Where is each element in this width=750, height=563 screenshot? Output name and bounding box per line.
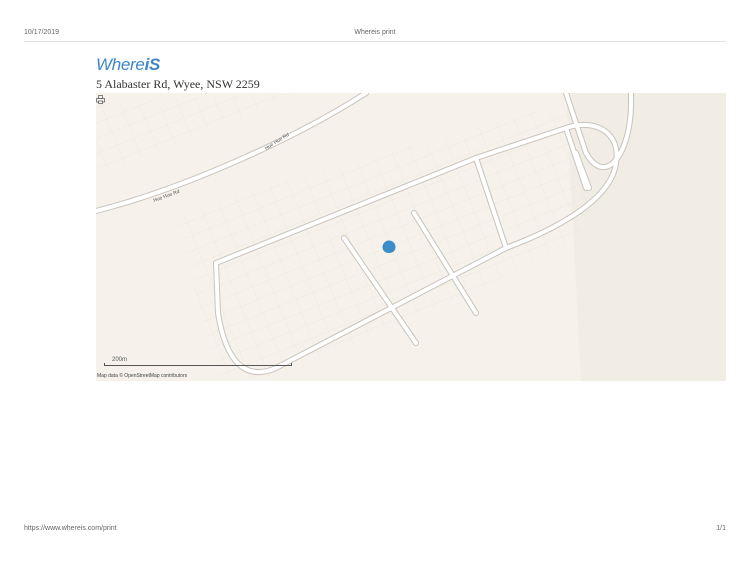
- logo-suffix: iS: [144, 55, 161, 74]
- map-attribution: Map data © OpenStreetMap contributors: [97, 373, 188, 379]
- whereis-logo[interactable]: WhereiS: [96, 55, 160, 75]
- map-view[interactable]: Hue Hue Rd Hue Hue Rd: [96, 93, 726, 381]
- scale-bar: [104, 363, 292, 366]
- page-number: 1/1: [716, 525, 726, 532]
- print-title: Whereis print: [354, 29, 396, 36]
- map-canvas[interactable]: Hue Hue Rd Hue Hue Rd: [96, 93, 726, 381]
- bushland-area: [566, 93, 726, 381]
- page-url: https://www.whereis.com/print: [24, 525, 117, 532]
- print-icon[interactable]: [96, 95, 105, 104]
- logo-prefix: Where: [96, 55, 145, 74]
- header-divider: [24, 41, 726, 42]
- address-title: 5 Alabaster Rd, Wyee, NSW 2259: [96, 77, 260, 91]
